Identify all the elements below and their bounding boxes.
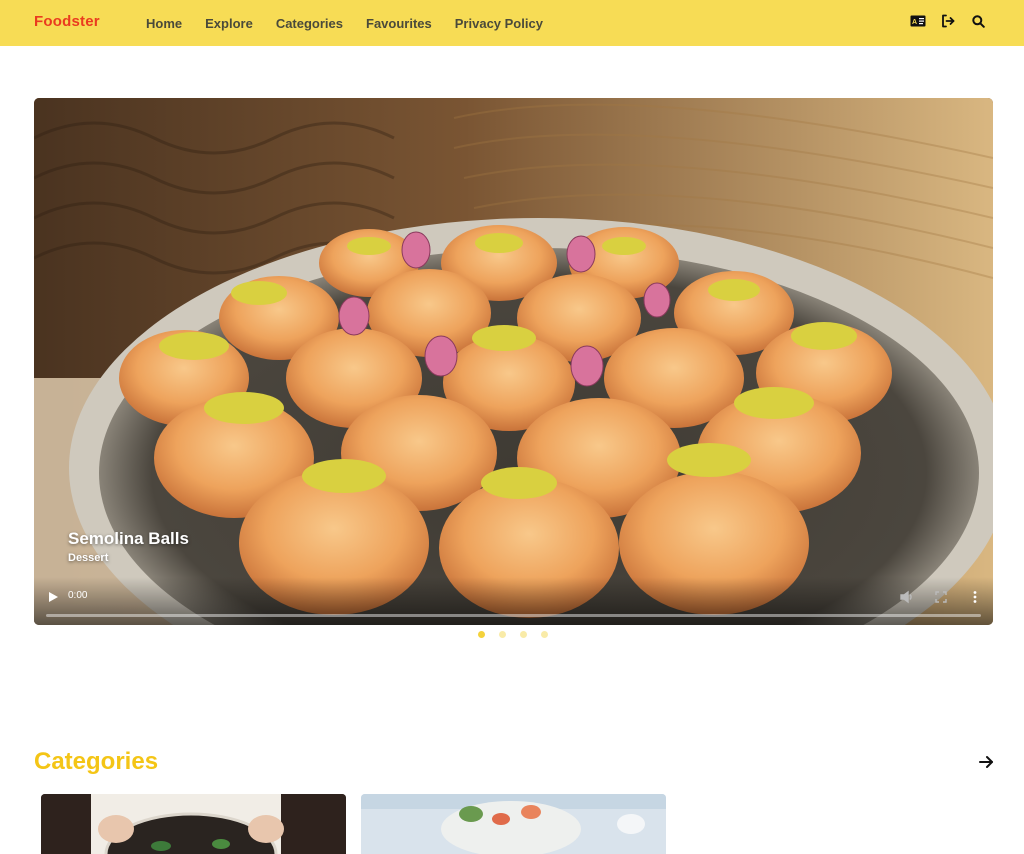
- category-card-image: [361, 794, 666, 854]
- nav-links: Home Explore Categories Favourites Priva…: [146, 15, 543, 33]
- hero-subtitle: Dessert: [68, 552, 109, 564]
- carousel-dots: [478, 631, 548, 638]
- play-icon[interactable]: [46, 590, 60, 604]
- nav-link-categories[interactable]: Categories: [276, 16, 343, 31]
- carousel-dot-3[interactable]: [520, 631, 527, 638]
- brand-logo[interactable]: Foodster: [34, 13, 100, 30]
- svg-text:A: A: [912, 19, 917, 26]
- category-card-image: [41, 794, 346, 854]
- more-options-icon[interactable]: [967, 589, 983, 605]
- navbar: Foodster Home Explore Categories Favouri…: [0, 0, 1024, 46]
- hero-video-player[interactable]: Semolina Balls Dessert 0:00: [34, 98, 993, 625]
- nav-link-explore[interactable]: Explore: [205, 16, 253, 31]
- category-card[interactable]: [41, 794, 346, 854]
- video-controls: 0:00: [34, 577, 993, 625]
- volume-icon[interactable]: [899, 589, 915, 605]
- nav-link-privacy-policy[interactable]: Privacy Policy: [455, 16, 543, 31]
- hero-caption: Semolina Balls Dessert: [68, 529, 189, 564]
- translate-icon[interactable]: A: [910, 13, 926, 29]
- carousel-dot-2[interactable]: [499, 631, 506, 638]
- search-icon[interactable]: [970, 13, 986, 29]
- video-progress-bar[interactable]: [46, 614, 981, 617]
- video-time: 0:00: [68, 590, 88, 601]
- nav-link-favourites[interactable]: Favourites: [366, 16, 432, 31]
- hero-title: Semolina Balls: [68, 529, 189, 548]
- carousel-dot-4[interactable]: [541, 631, 548, 638]
- nav-icons: A: [910, 13, 986, 29]
- categories-title: Categories: [34, 748, 159, 775]
- logout-icon[interactable]: [940, 13, 956, 29]
- category-card[interactable]: [361, 794, 666, 854]
- carousel-dot-1[interactable]: [478, 631, 485, 638]
- fullscreen-icon[interactable]: [933, 589, 949, 605]
- arrow-right-icon[interactable]: [977, 753, 995, 771]
- nav-link-home[interactable]: Home: [146, 16, 182, 31]
